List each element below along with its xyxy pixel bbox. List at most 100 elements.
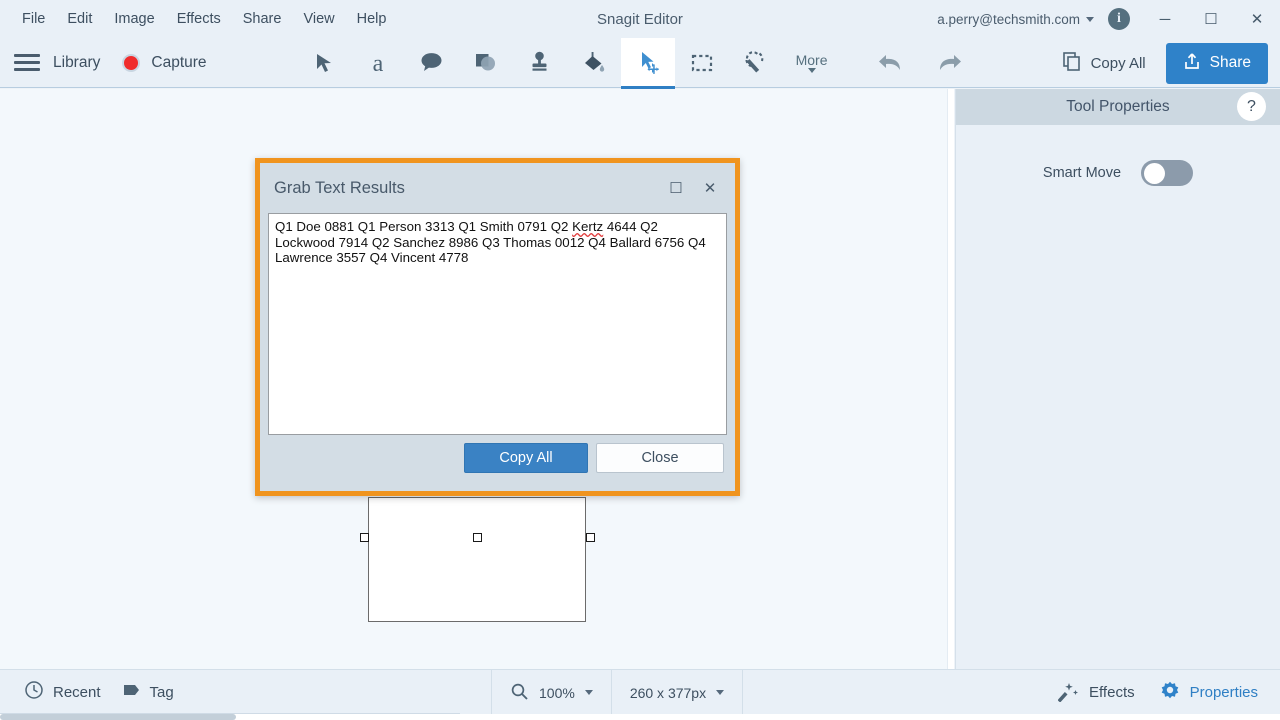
smart-move-label: Smart Move xyxy=(1043,165,1121,181)
zoom-value: 100% xyxy=(539,685,575,701)
share-button[interactable]: Share xyxy=(1166,43,1268,84)
share-upload-icon xyxy=(1183,52,1201,75)
recent-label: Recent xyxy=(53,684,101,701)
menu-item-effects[interactable]: Effects xyxy=(166,6,232,33)
maximize-button[interactable]: ☐ xyxy=(1188,0,1234,38)
svg-text:a: a xyxy=(372,51,383,76)
tool-arrow[interactable] xyxy=(297,38,351,88)
arrow-icon xyxy=(311,50,337,76)
canvas-selected-object[interactable] xyxy=(368,497,586,622)
tag-button[interactable]: Tag xyxy=(111,673,184,711)
dialog-maximize-button[interactable]: ☐ xyxy=(659,171,693,205)
chevron-down-icon xyxy=(585,690,593,695)
more-tools-button[interactable]: More xyxy=(783,38,841,88)
properties-label: Properties xyxy=(1190,684,1258,701)
chevron-down-icon xyxy=(808,68,816,73)
dialog-close-button[interactable]: Close xyxy=(596,443,724,473)
account-dropdown[interactable]: a.perry@techsmith.com xyxy=(931,7,1100,32)
grabbed-text-part-1: Q1 Doe 0881 Q1 Person 3313 Q1 Smith 0791… xyxy=(275,219,572,234)
toolbar-left-group: Library Capture xyxy=(0,50,209,76)
toolbar-right-actions: Copy All Share xyxy=(1052,38,1268,88)
copy-all-label: Copy All xyxy=(1091,55,1146,72)
library-button[interactable]: Library xyxy=(51,50,102,76)
tool-stamp[interactable] xyxy=(513,38,567,88)
dimensions-value: 260 x 377px xyxy=(630,685,706,701)
tool-selection[interactable] xyxy=(675,38,729,88)
shapes-icon xyxy=(472,49,499,76)
stamp-icon xyxy=(526,49,553,76)
dimensions-control[interactable]: 260 x 377px xyxy=(611,670,743,715)
copy-all-button[interactable]: Copy All xyxy=(1052,44,1156,82)
toggle-knob xyxy=(1144,163,1165,184)
tool-shape[interactable] xyxy=(459,38,513,88)
resize-handle-bottom-right[interactable] xyxy=(586,533,595,542)
canvas-vertical-scrollbar[interactable] xyxy=(947,89,954,669)
resize-handle-bottom-left[interactable] xyxy=(360,533,369,542)
magic-wand-sparkle-icon xyxy=(1058,680,1080,706)
tool-properties-panel: Tool Properties ? Smart Move xyxy=(955,89,1280,669)
capture-button[interactable]: Capture xyxy=(149,50,208,76)
properties-button[interactable]: Properties xyxy=(1149,673,1268,713)
menu-bar: File Edit Image Effects Share View Help xyxy=(0,6,397,33)
help-icon[interactable]: ? xyxy=(1237,92,1266,121)
tool-magic-wand[interactable] xyxy=(729,38,783,88)
grab-text-results-dialog: Grab Text Results ☐ ✕ Q1 Doe 0881 Q1 Per… xyxy=(255,158,740,496)
menu-item-file[interactable]: File xyxy=(11,6,56,33)
redo-arrow-icon xyxy=(935,50,965,76)
title-bar-right-controls: a.perry@techsmith.com i ─ ☐ ✕ xyxy=(931,0,1280,38)
clock-icon xyxy=(24,680,44,704)
resize-handle-bottom-center[interactable] xyxy=(473,533,482,542)
tool-callout[interactable] xyxy=(405,38,459,88)
status-center-group: 100% 260 x 377px xyxy=(492,670,743,715)
magic-wand-icon xyxy=(742,49,769,76)
menu-item-edit[interactable]: Edit xyxy=(56,6,103,33)
menu-item-share[interactable]: Share xyxy=(232,6,293,33)
panel-title: Tool Properties xyxy=(1066,98,1169,116)
main-toolbar: Library Capture a xyxy=(0,38,1280,88)
move-cursor-icon xyxy=(634,49,662,77)
chevron-down-icon xyxy=(716,690,724,695)
gear-icon xyxy=(1159,680,1181,706)
record-circle-icon[interactable] xyxy=(122,54,140,72)
undo-button[interactable] xyxy=(863,38,917,88)
chevron-down-icon xyxy=(1086,17,1094,22)
info-icon[interactable]: i xyxy=(1108,8,1130,30)
tool-fill[interactable] xyxy=(567,38,621,88)
paint-bucket-icon xyxy=(580,49,607,76)
menu-item-image[interactable]: Image xyxy=(103,6,165,33)
menu-item-view[interactable]: View xyxy=(292,6,345,33)
recent-button[interactable]: Recent xyxy=(14,673,111,711)
hamburger-menu-icon[interactable] xyxy=(14,54,40,71)
smart-move-toggle[interactable] xyxy=(1141,160,1193,186)
dialog-close-icon-button[interactable]: ✕ xyxy=(693,171,727,205)
dialog-footer: Copy All Close xyxy=(260,425,735,491)
redo-button[interactable] xyxy=(923,38,977,88)
copy-icon xyxy=(1062,51,1082,75)
account-email: a.perry@techsmith.com xyxy=(937,12,1080,27)
close-button[interactable]: ✕ xyxy=(1234,0,1280,38)
effects-button[interactable]: Effects xyxy=(1048,673,1145,713)
dialog-copy-all-button[interactable]: Copy All xyxy=(464,443,588,473)
minimize-button[interactable]: ─ xyxy=(1142,0,1188,38)
text-a-icon: a xyxy=(365,50,391,76)
effects-label: Effects xyxy=(1089,684,1135,701)
tool-move[interactable] xyxy=(621,38,675,88)
menu-item-help[interactable]: Help xyxy=(346,6,398,33)
search-icon xyxy=(510,682,529,704)
more-label: More xyxy=(796,53,828,67)
misspelled-word: Kertz xyxy=(572,219,603,234)
snagit-editor-window: File Edit Image Effects Share View Help … xyxy=(0,0,1280,720)
dialog-title-bar: Grab Text Results ☐ ✕ xyxy=(260,163,735,213)
tag-label: Tag xyxy=(150,684,174,701)
status-right-group: Effects Properties xyxy=(1048,670,1268,715)
smart-move-row: Smart Move xyxy=(956,160,1280,186)
tag-icon xyxy=(121,680,141,704)
grab-text-textarea[interactable]: Q1 Doe 0881 Q1 Person 3313 Q1 Smith 0791… xyxy=(268,213,727,435)
scrollbar-thumb[interactable] xyxy=(0,714,236,720)
zoom-control[interactable]: 100% xyxy=(491,670,612,715)
title-bar: File Edit Image Effects Share View Help … xyxy=(0,0,1280,38)
dialog-body: Q1 Doe 0881 Q1 Person 3313 Q1 Smith 0791… xyxy=(260,213,735,435)
tool-text[interactable]: a xyxy=(351,38,405,88)
horizontal-scrollbar[interactable] xyxy=(0,714,1280,720)
dialog-title: Grab Text Results xyxy=(274,179,659,198)
